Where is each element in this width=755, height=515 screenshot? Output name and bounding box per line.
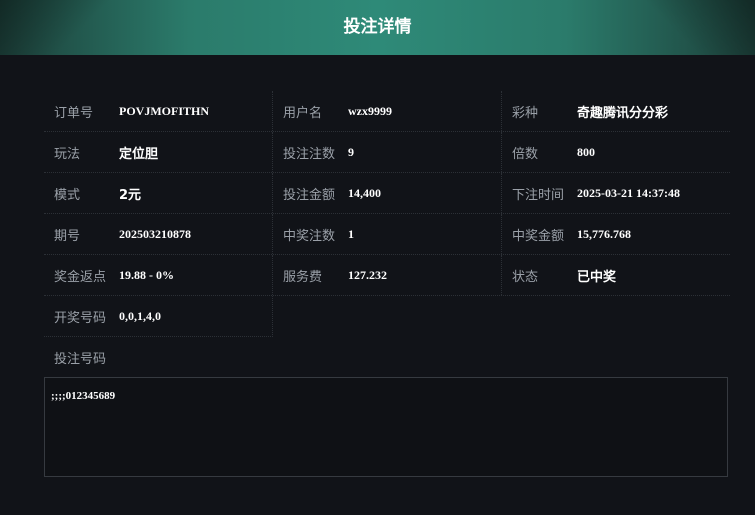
multiplier-label: 倍数 — [512, 146, 539, 162]
order-number-value: POVJMOFITHN — [119, 103, 209, 118]
issue-number-label: 期号 — [54, 228, 81, 244]
play-type-cell: 玩法 定位胆 — [44, 132, 273, 172]
mode-label: 模式 — [54, 187, 81, 203]
bet-amount-value: 14,400 — [348, 185, 381, 200]
username-value: wzx9999 — [348, 103, 392, 118]
username-cell: 用户名 wzx9999 — [273, 91, 502, 131]
mode-cell: 模式 2元 — [44, 173, 273, 213]
details-grid: 订单号 POVJMOFITHN 用户名 wzx9999 彩种 奇趣腾讯分分彩 玩… — [44, 91, 730, 337]
details-row: 奖金返点 19.88 - 0% 服务费 127.232 状态 已中奖 — [44, 255, 730, 296]
bet-count-cell: 投注注数 9 — [273, 132, 502, 172]
rebate-value: 19.88 - 0% — [119, 267, 174, 282]
winning-amount-cell: 中奖金额 15,776.768 — [502, 214, 730, 254]
rebate-cell: 奖金返点 19.88 - 0% — [44, 255, 273, 295]
bet-time-label: 下注时间 — [512, 187, 565, 203]
lottery-type-cell: 彩种 奇趣腾讯分分彩 — [502, 91, 730, 131]
lottery-type-label: 彩种 — [512, 105, 539, 121]
service-fee-label: 服务费 — [283, 269, 323, 285]
details-row: 开奖号码 0,0,1,4,0 — [44, 296, 730, 337]
winning-count-cell: 中奖注数 1 — [273, 214, 502, 254]
order-number-label: 订单号 — [54, 105, 94, 121]
draw-number-label: 开奖号码 — [54, 310, 107, 326]
order-number-cell: 订单号 POVJMOFITHN — [44, 91, 273, 131]
winning-amount-label: 中奖金额 — [512, 228, 565, 244]
status-cell: 状态 已中奖 — [502, 255, 730, 295]
issue-number-cell: 期号 202503210878 — [44, 214, 273, 254]
winning-amount-value: 15,776.768 — [577, 226, 631, 241]
bet-details-modal: 投注详情 订单号 POVJMOFITHN 用户名 wzx9999 彩种 奇趣腾讯… — [0, 0, 755, 515]
bet-time-value: 2025-03-21 14:37:48 — [577, 185, 680, 200]
status-label: 状态 — [512, 269, 539, 285]
service-fee-cell: 服务费 127.232 — [273, 255, 502, 295]
modal-title: 投注详情 — [343, 17, 412, 37]
details-row: 玩法 定位胆 投注注数 9 倍数 800 — [44, 132, 730, 173]
draw-number-cell: 开奖号码 0,0,1,4,0 — [44, 296, 273, 337]
mode-value: 2元 — [119, 187, 142, 203]
bet-count-value: 9 — [348, 144, 354, 159]
lottery-type-value: 奇趣腾讯分分彩 — [577, 105, 669, 121]
bet-time-cell: 下注时间 2025-03-21 14:37:48 — [502, 173, 730, 213]
rebate-label: 奖金返点 — [54, 269, 107, 285]
modal-header: 投注详情 — [0, 0, 755, 55]
bet-numbers-value: ;;;;012345689 — [51, 390, 116, 402]
bet-count-label: 投注注数 — [283, 146, 336, 162]
bet-amount-cell: 投注金额 14,400 — [273, 173, 502, 213]
winning-count-value: 1 — [348, 226, 354, 241]
draw-number-value: 0,0,1,4,0 — [119, 308, 161, 323]
details-row: 模式 2元 投注金额 14,400 下注时间 2025-03-21 14:37:… — [44, 173, 730, 214]
status-value: 已中奖 — [577, 269, 617, 285]
bet-numbers-label: 投注号码 — [54, 352, 107, 367]
service-fee-value: 127.232 — [348, 267, 387, 282]
multiplier-value: 800 — [577, 144, 595, 159]
details-row: 订单号 POVJMOFITHN 用户名 wzx9999 彩种 奇趣腾讯分分彩 — [44, 91, 730, 132]
bet-numbers-box: ;;;;012345689 — [44, 377, 728, 477]
multiplier-cell: 倍数 800 — [502, 132, 730, 172]
winning-count-label: 中奖注数 — [283, 228, 336, 244]
play-type-label: 玩法 — [54, 146, 81, 162]
details-row: 期号 202503210878 中奖注数 1 中奖金额 15,776.768 — [44, 214, 730, 255]
play-type-value: 定位胆 — [119, 146, 159, 162]
username-label: 用户名 — [283, 105, 323, 121]
issue-number-value: 202503210878 — [119, 226, 191, 241]
bet-amount-label: 投注金额 — [283, 187, 336, 203]
